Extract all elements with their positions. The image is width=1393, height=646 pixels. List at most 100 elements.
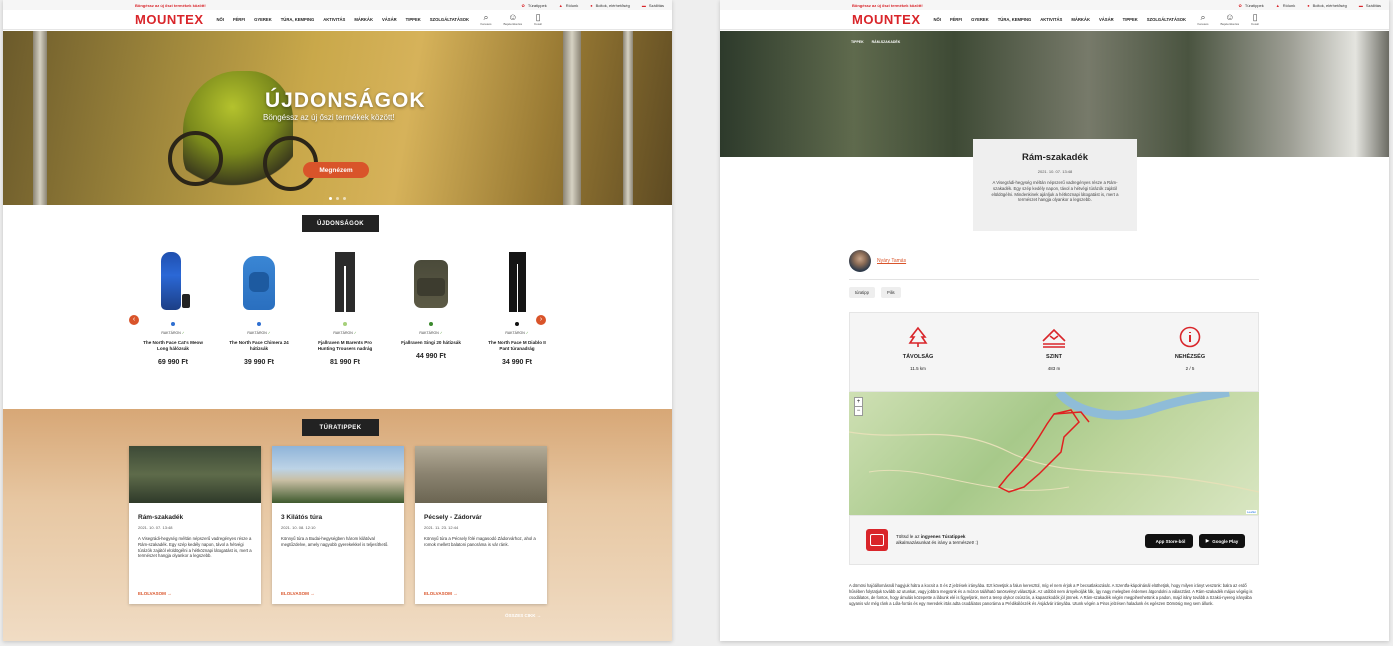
top-link-stores[interactable]: ● Boltok, elérhetőség (590, 3, 630, 8)
nav-item-activity[interactable]: AKTIVITÁS (323, 17, 345, 22)
nav-item-kids[interactable]: GYEREK (971, 17, 989, 22)
nav-item-hiking[interactable]: TÚRA, KEMPING (998, 17, 1032, 22)
carousel-prev-button[interactable]: ‹ (129, 315, 139, 325)
login-label: Bejelentkezés (503, 22, 523, 26)
top-link-shipping[interactable]: ▬ Szállítás (642, 3, 664, 8)
nav-item-brands[interactable]: MÁRKÁK (1071, 17, 1090, 22)
login-button[interactable]: ☺ Bejelentkezés (503, 12, 522, 26)
nav-item-activity[interactable]: AKTIVITÁS (1040, 17, 1062, 22)
product-card[interactable]: RAKTÁRON ✓ Fjallraven M Barents Pro Hunt… (315, 250, 375, 366)
stock-label: RAKTÁRON (419, 331, 439, 335)
product-name[interactable]: The North Face Cat's Meow Long hálózsák (143, 340, 203, 352)
cart-label: Kosár (1251, 22, 1259, 26)
tag[interactable]: Pilis (880, 287, 901, 298)
cart-button[interactable]: ▯ Kosár (534, 12, 542, 26)
tip-card-title[interactable]: Pécsely - Zádorvár (424, 514, 547, 521)
top-link-about[interactable]: ▲ Rólunk (559, 3, 578, 8)
author-link[interactable]: Nyáry Tamás (877, 258, 906, 264)
article-date: 2021. 10. 07. 13:48 (1037, 169, 1073, 174)
product-card[interactable]: RAKTÁRON ✓ The North Face Chimera 24 hát… (229, 250, 289, 366)
nav-item-sale[interactable]: VÁSÁR (382, 17, 397, 22)
nav-item-sale[interactable]: VÁSÁR (1099, 17, 1114, 22)
all-articles-link[interactable]: ÖSSZES CIKK → (505, 613, 541, 618)
nav-item-hiking[interactable]: TÚRA, KEMPING (281, 17, 315, 22)
pin-icon: ● (1307, 2, 1310, 8)
product-name[interactable]: The North Face Chimera 24 hátizsák (229, 340, 289, 352)
route-map[interactable]: + − Leaflet (849, 392, 1259, 515)
zoom-in-button[interactable]: + (855, 398, 862, 407)
stock-status: RAKTÁRON ✓ (419, 331, 442, 335)
login-button[interactable]: ☺ Bejelentkezés (1220, 12, 1239, 26)
color-swatch[interactable] (343, 322, 347, 326)
tour-stats: TÁVOLSÁG 11.5 km SZINT 483 m NEHÉZSÉG 2 … (849, 312, 1259, 392)
tag[interactable]: túratipp (849, 287, 875, 298)
nav-item-women[interactable]: NŐI (217, 17, 224, 22)
carousel-dot[interactable] (329, 197, 332, 200)
author: Nyáry Tamás (849, 250, 906, 272)
product-name[interactable]: Fjallraven Singi 20 hátizsák (401, 340, 461, 346)
pin-icon: ● (590, 2, 593, 8)
nav-item-tips[interactable]: TIPPEK (1123, 17, 1138, 22)
top-link-shipping[interactable]: ▬ Szállítás (1359, 3, 1381, 8)
nav-item-tips[interactable]: TIPPEK (406, 17, 421, 22)
tip-card-date: 2021. 11. 23. 12:44 (424, 525, 459, 530)
tip-card[interactable]: Pécsely - Zádorvár 2021. 11. 23. 12:44 K… (415, 446, 547, 604)
read-more-link[interactable]: ELOLVASOM → (424, 591, 458, 596)
product-card[interactable]: RAKTÁRON ✓ Fjallraven Singi 20 hátizsák … (401, 250, 461, 366)
tree-icon (908, 326, 928, 347)
logo[interactable]: MOUNTEX (135, 12, 204, 27)
top-link-about[interactable]: ▲ Rólunk (1276, 3, 1295, 8)
promo-text[interactable]: Böngéssz az új őszi termékek között! (135, 3, 206, 8)
nav-item-services[interactable]: SZOLGÁLTATÁSOK (1147, 17, 1186, 22)
zoom-out-button[interactable]: − (855, 407, 862, 415)
tip-card-title[interactable]: Rám-szakadék (138, 514, 261, 521)
product-price: 69 990 Ft (158, 359, 188, 366)
tip-card-title[interactable]: 3 Kilátós túra (281, 514, 404, 521)
nav-item-brands[interactable]: MÁRKÁK (354, 17, 373, 22)
app-store-label: App Store-ból (1155, 538, 1186, 544)
top-link-tips[interactable]: ✿ Túratippek (1239, 3, 1264, 8)
map-credit[interactable]: Leaflet (1245, 510, 1257, 514)
product-card[interactable]: RAKTÁRON ✓ The North Face Cat's Meow Lon… (143, 250, 203, 366)
product-card[interactable]: RAKTÁRON ✓ The North Face M Diablo II Pa… (487, 250, 547, 366)
stock-status: RAKTÁRON ✓ (505, 331, 528, 335)
promo-text[interactable]: Böngéssz az új őszi termékek között! (852, 3, 923, 8)
google-play-label: Google Play (1212, 538, 1239, 544)
nav-item-services[interactable]: SZOLGÁLTATÁSOK (430, 17, 469, 22)
carousel-dot[interactable] (336, 197, 339, 200)
nav-item-men[interactable]: FÉRFI (950, 17, 962, 22)
breadcrumb: TIPPEK RÁM-SZAKADÉK (851, 40, 900, 44)
tip-card[interactable]: Rám-szakadék 2021. 10. 07. 13:48 A Viseg… (129, 446, 261, 604)
search-button[interactable]: ⌕ Keresés (1197, 12, 1208, 26)
divider (849, 279, 1259, 280)
tree-trunk-decoration (623, 31, 633, 205)
google-play-button[interactable]: ▶ Google Play (1199, 534, 1245, 548)
tip-card[interactable]: 3 Kilátós túra 2021. 10. 08. 12:10 Könny… (272, 446, 404, 604)
product-name[interactable]: Fjallraven M Barents Pro Hunting Trouser… (315, 340, 375, 352)
search-button[interactable]: ⌕ Keresés (480, 12, 491, 26)
nav-item-kids[interactable]: GYEREK (254, 17, 272, 22)
app-store-button[interactable]: App Store-ból (1145, 534, 1193, 548)
breadcrumb-item[interactable]: TIPPEK (851, 40, 864, 44)
top-link-stores[interactable]: ● Boltok, elérhetőség (1307, 3, 1347, 8)
read-more-link[interactable]: ELOLVASOM → (281, 591, 315, 596)
top-link-label: Szállítás (1365, 2, 1381, 8)
product-name[interactable]: The North Face M Diablo II Pant túranadr… (487, 340, 547, 352)
read-more-link[interactable]: ELOLVASOM → (138, 591, 172, 596)
color-swatch[interactable] (515, 322, 519, 326)
logo[interactable]: MOUNTEX (852, 12, 921, 27)
top-link-tips[interactable]: ✿ Túratippek (522, 3, 547, 8)
hero-cta-button[interactable]: Megnézem (303, 162, 369, 178)
stock-label: RAKTÁRON (505, 331, 525, 335)
color-swatch[interactable] (429, 322, 433, 326)
color-swatch[interactable] (171, 322, 175, 326)
carousel-dot[interactable] (343, 197, 346, 200)
color-swatch[interactable] (257, 322, 261, 326)
product-price: 39 990 Ft (244, 359, 274, 366)
tip-card-excerpt: A Visegrádi-hegység méltán népszerű vadr… (138, 536, 252, 559)
nav-item-men[interactable]: FÉRFI (233, 17, 245, 22)
stock-label: RAKTÁRON (247, 331, 267, 335)
nav-item-women[interactable]: NŐI (934, 17, 941, 22)
stock-label: RAKTÁRON (161, 331, 181, 335)
cart-button[interactable]: ▯ Kosár (1251, 12, 1259, 26)
